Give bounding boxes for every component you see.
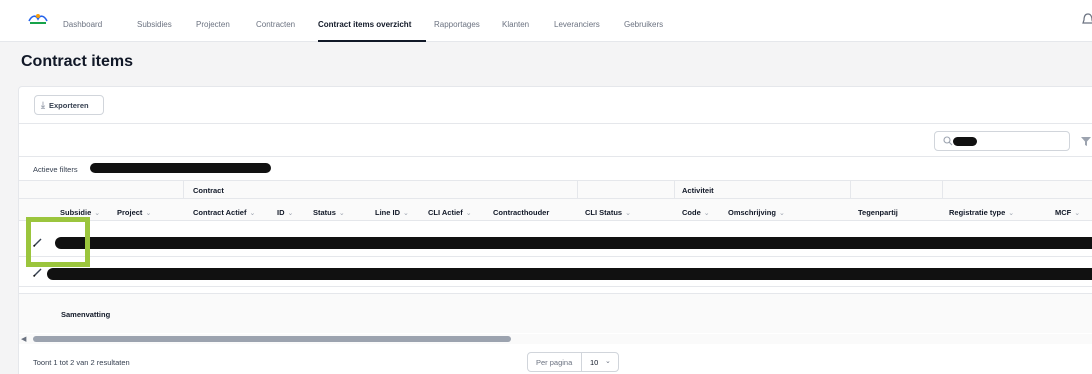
nav-item-gebruikers[interactable]: Gebruikers bbox=[624, 20, 663, 29]
column-header-line-id[interactable]: Line ID ⌄ bbox=[375, 208, 409, 217]
column-header-project[interactable]: Project ⌄ bbox=[117, 208, 151, 217]
chevron-down-icon: ⌄ bbox=[145, 210, 152, 217]
nav-item-klanten[interactable]: Klanten bbox=[502, 20, 529, 29]
search-icon bbox=[943, 136, 953, 146]
chevron-down-icon: ⌄ bbox=[249, 210, 256, 217]
summary-label: Samenvatting bbox=[61, 310, 111, 319]
results-count: Toont 1 tot 2 van 2 resultaten bbox=[33, 358, 130, 367]
chevron-down-icon: ⌄ bbox=[94, 210, 101, 217]
chevron-down-icon: ⌄ bbox=[465, 210, 472, 217]
active-filters-label: Actieve filters bbox=[33, 165, 78, 174]
redacted-search-text bbox=[953, 137, 977, 146]
per-page-select[interactable]: Per pagina 10 ⌄ bbox=[527, 352, 619, 372]
column-header-cli-status[interactable]: CLI Status ⌄ bbox=[585, 208, 631, 217]
logo-icon[interactable] bbox=[27, 12, 49, 26]
nav-item-contracten[interactable]: Contracten bbox=[256, 20, 295, 29]
chevron-down-icon: ⌄ bbox=[778, 210, 785, 217]
divider bbox=[19, 123, 1092, 124]
redacted-row-content bbox=[55, 237, 1092, 249]
nav-item-rapportages[interactable]: Rapportages bbox=[434, 20, 480, 29]
export-button-label: Exporteren bbox=[48, 100, 89, 110]
pencil-icon[interactable] bbox=[33, 268, 42, 277]
chevron-down-icon: ⌄ bbox=[625, 210, 631, 217]
column-header-omschrijving[interactable]: Omschrijving ⌄ bbox=[728, 208, 785, 217]
export-button[interactable]: ⤓ Exporteren bbox=[34, 95, 104, 115]
per-page-label: Per pagina bbox=[536, 358, 573, 367]
chevron-down-icon: ⌄ bbox=[287, 210, 294, 217]
table-group-header bbox=[19, 180, 1092, 199]
scrollbar-thumb[interactable] bbox=[33, 336, 511, 342]
divider bbox=[581, 353, 582, 371]
chevron-down-icon: ⌄ bbox=[1008, 210, 1015, 217]
redacted-row-content bbox=[47, 268, 1092, 280]
chevron-down-icon: ⌄ bbox=[338, 210, 345, 217]
column-header-registratie-type[interactable]: Registratie type ⌄ bbox=[949, 208, 1014, 217]
nav-item-projecten[interactable]: Projecten bbox=[196, 20, 230, 29]
group-header-activiteit: Activiteit bbox=[682, 186, 714, 195]
column-header-mcf[interactable]: MCF ⌄ bbox=[1055, 208, 1080, 217]
chevron-down-icon: ⌄ bbox=[605, 358, 611, 365]
nav-item-contract-items-overzicht[interactable]: Contract items overzicht bbox=[318, 20, 411, 29]
column-header-id[interactable]: ID ⌄ bbox=[277, 208, 293, 217]
column-header-contracthouder[interactable]: Contracthouder bbox=[493, 208, 549, 217]
column-header-status[interactable]: Status ⌄ bbox=[313, 208, 345, 217]
chevron-down-icon: ⌄ bbox=[403, 210, 409, 217]
redacted-filter-chip[interactable] bbox=[90, 163, 271, 173]
top-navigation: Dashboard Subsidies Projecten Contracten… bbox=[0, 0, 1092, 42]
table-header bbox=[19, 199, 1092, 221]
column-header-contract-actief[interactable]: Contract Actief ⌄ bbox=[193, 208, 255, 217]
summary-row bbox=[19, 293, 1092, 333]
active-tab-indicator bbox=[318, 40, 426, 42]
bell-icon[interactable] bbox=[1082, 13, 1092, 27]
column-header-tegenpartij[interactable]: Tegenpartij bbox=[858, 208, 898, 217]
download-icon: ⤓ bbox=[41, 99, 45, 110]
column-header-code[interactable]: Code ⌄ bbox=[682, 208, 710, 217]
page-title: Contract items bbox=[21, 53, 134, 70]
group-header-contract: Contract bbox=[193, 186, 224, 195]
chevron-down-icon: ⌄ bbox=[703, 210, 710, 217]
highlight-box bbox=[26, 217, 90, 267]
nav-item-dashboard[interactable]: Dashboard bbox=[63, 20, 102, 29]
column-header-subsidie[interactable]: Subsidie ⌄ bbox=[60, 208, 100, 217]
nav-item-leveranciers[interactable]: Leveranciers bbox=[554, 20, 600, 29]
scroll-left-icon[interactable]: ◀ bbox=[21, 335, 26, 343]
column-header-cli-actief[interactable]: CLI Actief ⌄ bbox=[428, 208, 472, 217]
chevron-down-icon: ⌄ bbox=[1074, 210, 1081, 217]
per-page-value: 10 bbox=[590, 358, 599, 367]
nav-item-subsidies[interactable]: Subsidies bbox=[137, 20, 172, 29]
filter-icon[interactable] bbox=[1081, 137, 1091, 146]
divider bbox=[19, 156, 1092, 157]
